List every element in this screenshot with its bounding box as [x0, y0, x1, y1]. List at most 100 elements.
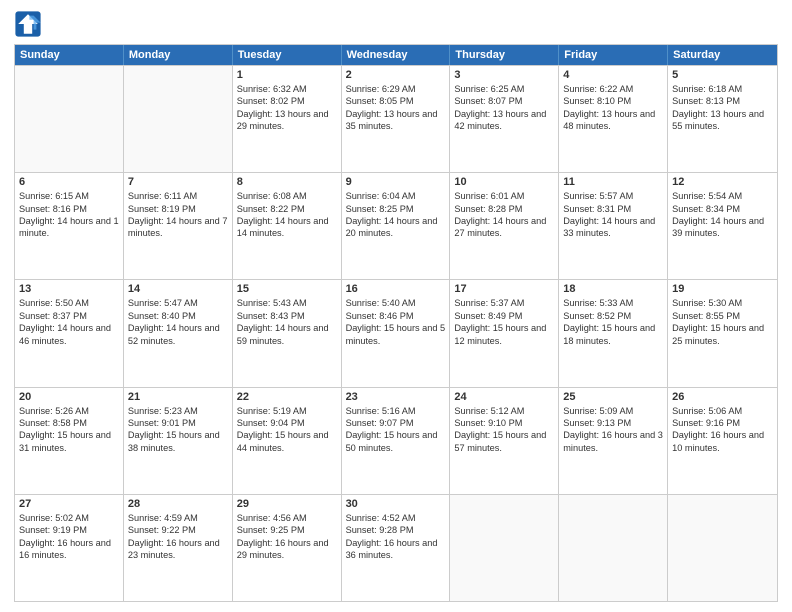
calendar-cell: 19 Sunrise: 5:30 AM Sunset: 8:55 PM Dayli…	[668, 280, 777, 386]
calendar-cell: 23 Sunrise: 5:16 AM Sunset: 9:07 PM Dayli…	[342, 388, 451, 494]
day-info: Sunrise: 5:57 AM Sunset: 8:31 PM Dayligh…	[563, 190, 663, 240]
day-info: Sunrise: 4:59 AM Sunset: 9:22 PM Dayligh…	[128, 512, 228, 562]
calendar-cell: 8 Sunrise: 6:08 AM Sunset: 8:22 PM Daylig…	[233, 173, 342, 279]
day-info: Sunrise: 5:30 AM Sunset: 8:55 PM Dayligh…	[672, 297, 773, 347]
calendar-cell: 29 Sunrise: 4:56 AM Sunset: 9:25 PM Dayli…	[233, 495, 342, 601]
day-info: Sunrise: 5:12 AM Sunset: 9:10 PM Dayligh…	[454, 405, 554, 455]
day-number: 9	[346, 176, 446, 188]
day-number: 4	[563, 69, 663, 81]
day-number: 19	[672, 283, 773, 295]
day-number: 27	[19, 498, 119, 510]
calendar-week-3: 13 Sunrise: 5:50 AM Sunset: 8:37 PM Dayli…	[15, 279, 777, 386]
calendar-header-day: Sunday	[15, 45, 124, 65]
day-info: Sunrise: 5:26 AM Sunset: 8:58 PM Dayligh…	[19, 405, 119, 455]
day-number: 6	[19, 176, 119, 188]
calendar-cell: 13 Sunrise: 5:50 AM Sunset: 8:37 PM Dayli…	[15, 280, 124, 386]
day-info: Sunrise: 6:11 AM Sunset: 8:19 PM Dayligh…	[128, 190, 228, 240]
calendar-cell: 30 Sunrise: 4:52 AM Sunset: 9:28 PM Dayli…	[342, 495, 451, 601]
day-number: 24	[454, 391, 554, 403]
day-number: 5	[672, 69, 773, 81]
calendar-cell: 17 Sunrise: 5:37 AM Sunset: 8:49 PM Dayli…	[450, 280, 559, 386]
calendar-body: 1Sunrise: 6:32 AM Sunset: 8:02 PM Daylig…	[15, 65, 777, 601]
calendar-cell: 11 Sunrise: 5:57 AM Sunset: 8:31 PM Dayli…	[559, 173, 668, 279]
day-info: Sunrise: 6:29 AM Sunset: 8:05 PM Dayligh…	[346, 83, 446, 133]
calendar-cell: 26Sunrise: 5:06 AM Sunset: 9:16 PM Dayli…	[668, 388, 777, 494]
calendar-week-1: 1Sunrise: 6:32 AM Sunset: 8:02 PM Daylig…	[15, 65, 777, 172]
calendar-header-day: Monday	[124, 45, 233, 65]
day-info: Sunrise: 6:08 AM Sunset: 8:22 PM Dayligh…	[237, 190, 337, 240]
logo	[14, 10, 46, 38]
calendar-cell	[124, 66, 233, 172]
day-number: 18	[563, 283, 663, 295]
day-number: 22	[237, 391, 337, 403]
logo-icon	[14, 10, 42, 38]
day-info: Sunrise: 5:02 AM Sunset: 9:19 PM Dayligh…	[19, 512, 119, 562]
day-info: Sunrise: 5:47 AM Sunset: 8:40 PM Dayligh…	[128, 297, 228, 347]
day-info: Sunrise: 5:40 AM Sunset: 8:46 PM Dayligh…	[346, 297, 446, 347]
day-number: 23	[346, 391, 446, 403]
calendar-header-day: Friday	[559, 45, 668, 65]
day-info: Sunrise: 4:56 AM Sunset: 9:25 PM Dayligh…	[237, 512, 337, 562]
calendar-cell: 25 Sunrise: 5:09 AM Sunset: 9:13 PM Dayli…	[559, 388, 668, 494]
calendar-cell	[559, 495, 668, 601]
calendar-header-row: SundayMondayTuesdayWednesdayThursdayFrid…	[15, 45, 777, 65]
day-number: 13	[19, 283, 119, 295]
calendar-cell: 21 Sunrise: 5:23 AM Sunset: 9:01 PM Dayli…	[124, 388, 233, 494]
day-info: Sunrise: 5:23 AM Sunset: 9:01 PM Dayligh…	[128, 405, 228, 455]
day-number: 30	[346, 498, 446, 510]
day-number: 20	[19, 391, 119, 403]
calendar-cell: 4 Sunrise: 6:22 AM Sunset: 8:10 PM Daylig…	[559, 66, 668, 172]
calendar-cell: 14 Sunrise: 5:47 AM Sunset: 8:40 PM Dayli…	[124, 280, 233, 386]
day-number: 28	[128, 498, 228, 510]
day-number: 21	[128, 391, 228, 403]
calendar-cell: 27 Sunrise: 5:02 AM Sunset: 9:19 PM Dayli…	[15, 495, 124, 601]
calendar-cell	[15, 66, 124, 172]
day-number: 8	[237, 176, 337, 188]
calendar-cell: 18 Sunrise: 5:33 AM Sunset: 8:52 PM Dayli…	[559, 280, 668, 386]
day-info: Sunrise: 6:18 AM Sunset: 8:13 PM Dayligh…	[672, 83, 773, 133]
calendar-cell: 15 Sunrise: 5:43 AM Sunset: 8:43 PM Dayli…	[233, 280, 342, 386]
day-info: Sunrise: 5:50 AM Sunset: 8:37 PM Dayligh…	[19, 297, 119, 347]
calendar-cell: 24 Sunrise: 5:12 AM Sunset: 9:10 PM Dayli…	[450, 388, 559, 494]
calendar-cell: 6 Sunrise: 6:15 AM Sunset: 8:16 PM Daylig…	[15, 173, 124, 279]
day-info: Sunrise: 5:06 AM Sunset: 9:16 PM Dayligh…	[672, 405, 773, 455]
calendar-cell: 5 Sunrise: 6:18 AM Sunset: 8:13 PM Daylig…	[668, 66, 777, 172]
day-info: Sunrise: 5:54 AM Sunset: 8:34 PM Dayligh…	[672, 190, 773, 240]
day-info: Sunrise: 4:52 AM Sunset: 9:28 PM Dayligh…	[346, 512, 446, 562]
day-number: 11	[563, 176, 663, 188]
calendar-header-day: Wednesday	[342, 45, 451, 65]
day-info: Sunrise: 5:09 AM Sunset: 9:13 PM Dayligh…	[563, 405, 663, 455]
calendar-header-day: Tuesday	[233, 45, 342, 65]
day-number: 16	[346, 283, 446, 295]
day-number: 1	[237, 69, 337, 81]
day-info: Sunrise: 6:22 AM Sunset: 8:10 PM Dayligh…	[563, 83, 663, 133]
day-number: 3	[454, 69, 554, 81]
day-number: 15	[237, 283, 337, 295]
page: SundayMondayTuesdayWednesdayThursdayFrid…	[0, 0, 792, 612]
day-info: Sunrise: 5:19 AM Sunset: 9:04 PM Dayligh…	[237, 405, 337, 455]
day-info: Sunrise: 5:37 AM Sunset: 8:49 PM Dayligh…	[454, 297, 554, 347]
day-info: Sunrise: 5:43 AM Sunset: 8:43 PM Dayligh…	[237, 297, 337, 347]
calendar-cell: 7 Sunrise: 6:11 AM Sunset: 8:19 PM Daylig…	[124, 173, 233, 279]
calendar-cell: 9Sunrise: 6:04 AM Sunset: 8:25 PM Daylig…	[342, 173, 451, 279]
day-number: 14	[128, 283, 228, 295]
calendar-cell: 28 Sunrise: 4:59 AM Sunset: 9:22 PM Dayli…	[124, 495, 233, 601]
day-number: 7	[128, 176, 228, 188]
calendar-cell: 20 Sunrise: 5:26 AM Sunset: 8:58 PM Dayli…	[15, 388, 124, 494]
calendar-cell: 1Sunrise: 6:32 AM Sunset: 8:02 PM Daylig…	[233, 66, 342, 172]
calendar: SundayMondayTuesdayWednesdayThursdayFrid…	[14, 44, 778, 602]
calendar-cell: 12 Sunrise: 5:54 AM Sunset: 8:34 PM Dayli…	[668, 173, 777, 279]
day-number: 29	[237, 498, 337, 510]
day-info: Sunrise: 6:15 AM Sunset: 8:16 PM Dayligh…	[19, 190, 119, 240]
day-number: 2	[346, 69, 446, 81]
day-number: 12	[672, 176, 773, 188]
calendar-cell: 16 Sunrise: 5:40 AM Sunset: 8:46 PM Dayli…	[342, 280, 451, 386]
calendar-cell	[450, 495, 559, 601]
day-number: 17	[454, 283, 554, 295]
day-info: Sunrise: 6:25 AM Sunset: 8:07 PM Dayligh…	[454, 83, 554, 133]
day-info: Sunrise: 5:16 AM Sunset: 9:07 PM Dayligh…	[346, 405, 446, 455]
day-number: 25	[563, 391, 663, 403]
day-info: Sunrise: 5:33 AM Sunset: 8:52 PM Dayligh…	[563, 297, 663, 347]
calendar-cell: 22 Sunrise: 5:19 AM Sunset: 9:04 PM Dayli…	[233, 388, 342, 494]
calendar-week-2: 6 Sunrise: 6:15 AM Sunset: 8:16 PM Daylig…	[15, 172, 777, 279]
